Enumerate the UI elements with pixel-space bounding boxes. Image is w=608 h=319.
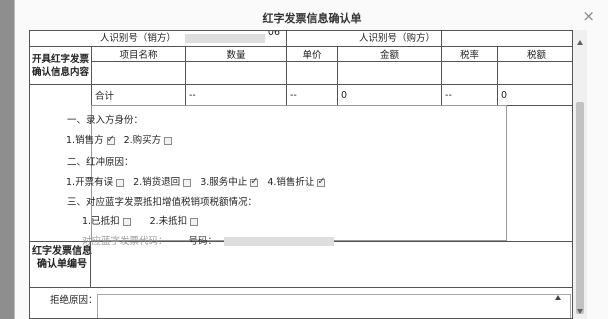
dialog-title: 红字发票信息确认单 [262, 12, 362, 25]
confirm-number-row: 红字发票信息确认单编号 [30, 241, 572, 288]
reject-reason-row: 拒绝原因： [30, 287, 572, 318]
total-row-left [30, 84, 92, 106]
seller-id-fragment: 06 [267, 30, 280, 38]
textarea-scrollbar[interactable] [554, 291, 562, 319]
reason-4-checkbox[interactable] [317, 176, 326, 187]
reason-options: 1.开票有误 2.销货退回 3.服务中止 4.销售折让 [66, 174, 326, 189]
scroll-down-arrow-icon[interactable] [577, 309, 583, 314]
role-seller-label: 1.销售方 [66, 135, 104, 146]
deduct-2-checkbox[interactable] [190, 217, 199, 226]
blank-item-row [30, 61, 572, 85]
tax-amount-cell [497, 61, 572, 85]
deduct-options: 1.已抵扣 2.未抵扣 [82, 213, 199, 227]
deduct-heading: 三、对应蓝字发票抵扣增值税销项税额情况： [67, 197, 258, 208]
tax-rate-cell [441, 61, 499, 85]
seller-id-cell: 人识别号（销方） 06 [30, 30, 287, 47]
deduct-1-checkbox[interactable] [122, 217, 131, 226]
reject-reason-textarea[interactable] [97, 294, 571, 318]
scroll-up-arrow-icon[interactable] [577, 40, 583, 45]
blue-invoice-code-label: 对应蓝字发票代码： [82, 236, 168, 247]
buyer-id-cell: 人识别号（购方） [285, 31, 443, 47]
dialog-scrollbar[interactable] [573, 30, 587, 319]
blue-invoice-number-label: 号码： [188, 236, 218, 247]
total-label: 合计 [91, 84, 186, 106]
scrollbar-thumb[interactable] [576, 102, 584, 314]
red-invoice-form: 人识别号（销方） 06 人识别号（购方） 开具红字发票确认信息内容 项目名称 数… [29, 30, 573, 319]
deduct-2-label: 2.未抵扣 [149, 216, 188, 227]
col-amount: 金额 [336, 46, 443, 62]
blue-invoice-number-redacted [224, 237, 335, 246]
taxpayer-id-row: 人识别号（销方） 06 人识别号（购方） [30, 30, 572, 47]
reason-1-label: 1.开票有误 [66, 177, 114, 188]
dialog-titlebar: 红字发票信息确认单 × [15, 0, 608, 32]
total-row: 合计 -- -- 0 -- 0 [30, 84, 572, 106]
total-unit-price: -- [286, 84, 338, 106]
reason-2-label: 2.销货退回 [133, 177, 181, 188]
deduct-1-label: 1.已抵扣 [82, 216, 120, 227]
seller-id-label: 人识别号（销方） [99, 32, 176, 44]
reason-1-checkbox[interactable] [116, 178, 125, 187]
textarea-scroll-up-icon[interactable] [555, 295, 561, 300]
total-amount: 0 [336, 84, 443, 106]
role-heading: 一、录入方身份： [67, 115, 144, 126]
buyer-id-value [441, 31, 572, 47]
close-icon[interactable]: × [582, 7, 595, 25]
col-tax-rate: 税率 [441, 46, 499, 62]
role-buyer-checkbox[interactable] [164, 136, 173, 145]
col-quantity: 数量 [185, 46, 287, 62]
seller-id-redacted [184, 33, 265, 43]
confirm-number-label: 红字发票信息确认单编号 [32, 246, 92, 270]
table-header-row: 开具红字发票确认信息内容 项目名称 数量 单价 金额 税率 税额 [30, 46, 572, 85]
reason-3-checkbox[interactable] [250, 176, 259, 187]
buyer-id-label: 人识别号（购方） [359, 32, 436, 44]
total-quantity: -- [185, 84, 287, 106]
confirm-number-divider [90, 242, 91, 288]
reason-3-label: 3.服务中止 [200, 177, 248, 188]
page-backdrop [0, 0, 14, 319]
blue-invoice-code-row: 对应蓝字发票代码： 号码： [82, 233, 335, 247]
amount-cell [336, 61, 443, 85]
unit-price-cell [286, 61, 338, 85]
invoice-table: 人识别号（销方） 06 人识别号（购方） 开具红字发票确认信息内容 项目名称 数… [30, 30, 572, 106]
red-flush-options-panel: 一、录入方身份： 1.销售方 2.购买方 二、红冲原因： 1.开票有误 2.销货… [66, 105, 507, 247]
invoice-info-label: 开具红字发票确认信息内容 [30, 46, 92, 85]
quantity-cell [185, 61, 287, 85]
reject-reason-label: 拒绝原因： [50, 295, 98, 306]
col-unit-price: 单价 [286, 46, 338, 62]
col-item-name: 项目名称 [91, 46, 186, 62]
role-seller-checkbox[interactable] [106, 134, 115, 145]
invoice-confirm-dialog: 红字发票信息确认单 × 人识别号（销方） 06 人识别号（购方） 开具红字发票确… [14, 0, 608, 319]
reason-4-label: 4.销售折让 [267, 177, 315, 188]
reason-2-checkbox[interactable] [183, 178, 192, 187]
role-options: 1.销售方 2.购买方 [66, 132, 173, 146]
reason-heading: 二、红冲原因： [67, 157, 134, 168]
total-tax-rate: -- [441, 84, 499, 106]
dialog-content: 人识别号（销方） 06 人识别号（购方） 开具红字发票确认信息内容 项目名称 数… [29, 30, 573, 319]
role-buyer-label: 2.购买方 [123, 135, 162, 146]
total-tax-amount: 0 [497, 84, 572, 106]
col-tax-amount: 税额 [497, 46, 572, 62]
item-name-cell [91, 61, 186, 85]
